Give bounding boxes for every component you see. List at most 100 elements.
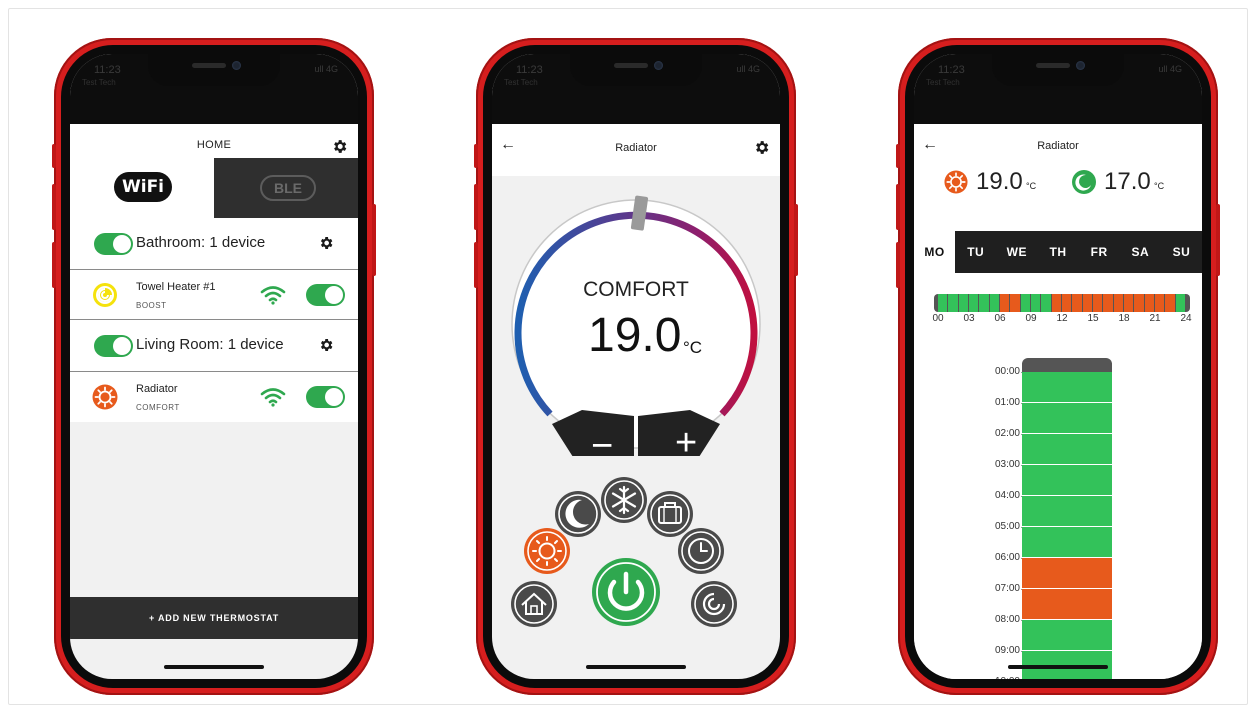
- timeline-hour-segment[interactable]: [1155, 294, 1165, 312]
- timeline-hour-segment[interactable]: [1144, 294, 1154, 312]
- group-toggle[interactable]: [94, 335, 133, 357]
- schedule-hour-block[interactable]: [1022, 589, 1112, 619]
- eco-temp[interactable]: 17.0: [1104, 168, 1151, 196]
- schedule-hour-block[interactable]: [1022, 558, 1112, 588]
- day-tab-we[interactable]: WE: [996, 231, 1037, 273]
- radiator-screen: 11:23 Test Tech ull 4G ← Radiator − + CO…: [492, 54, 780, 679]
- volume-down-button: [474, 242, 478, 288]
- device-row-towel-heater[interactable]: Towel Heater #1 BOOST: [70, 270, 358, 320]
- schedule-time-label: 00:00: [994, 366, 1020, 377]
- timeline-hour-label: 18: [1118, 313, 1130, 324]
- power-icon[interactable]: [592, 558, 660, 626]
- schedule-time-label: 04:00: [994, 490, 1020, 501]
- notch: [570, 54, 702, 86]
- timeline-hour-segment[interactable]: [938, 294, 948, 312]
- volume-down-button: [52, 242, 56, 288]
- timeline-hour-segment[interactable]: [958, 294, 968, 312]
- group-row-bathroom: Bathroom: 1 device: [70, 218, 358, 270]
- silent-switch: [896, 144, 900, 168]
- boost-swirl-icon[interactable]: [691, 581, 737, 627]
- timeline-hour-segment[interactable]: [1113, 294, 1123, 312]
- comfort-sun-icon: [92, 384, 118, 410]
- day-tab-tu[interactable]: TU: [955, 231, 996, 273]
- home-indicator: [586, 665, 686, 669]
- power-side-button: [794, 204, 798, 276]
- schedule-body: 19.0 °C 17.0 °C MO TU WE TH FR SA SU 00 03 06 09 1…: [914, 162, 1202, 679]
- device-mode: BOOST: [136, 301, 167, 310]
- timeline-hour-segment[interactable]: [1124, 294, 1134, 312]
- phone-home: 11:23 Test Tech ull 4G HOME WiFi BLE Bat…: [52, 38, 376, 695]
- gear-icon[interactable]: [318, 235, 334, 251]
- ble-logo: BLE: [260, 175, 316, 201]
- setpoint-value: 19.0: [588, 309, 682, 362]
- schedule-time-label: 01:00: [994, 397, 1020, 408]
- day-tab-th[interactable]: TH: [1037, 231, 1078, 273]
- tab-wifi[interactable]: WiFi: [70, 158, 214, 218]
- schedule-hour-block[interactable]: [1022, 465, 1112, 495]
- page-title: Radiator: [615, 142, 657, 154]
- schedule-time-label: 10:00: [980, 676, 1020, 679]
- wifi-signal-icon: [260, 388, 286, 407]
- timeline-hour-segment[interactable]: [1165, 294, 1175, 312]
- day-tab-mo[interactable]: MO: [914, 231, 956, 273]
- timeline-hour-segment[interactable]: [1000, 294, 1010, 312]
- day-tab-su[interactable]: SU: [1161, 231, 1202, 273]
- timeline-hour-segment[interactable]: [1041, 294, 1051, 312]
- eco-moon-icon[interactable]: [555, 491, 601, 537]
- timeline-hour-label: 15: [1087, 313, 1099, 324]
- group-toggle[interactable]: [94, 233, 133, 255]
- schedule-hour-block[interactable]: [1022, 372, 1112, 402]
- day-tab-sa[interactable]: SA: [1120, 231, 1161, 273]
- status-time: 11:23: [516, 64, 543, 76]
- device-toggle[interactable]: [306, 386, 345, 408]
- timeline-hour-segment[interactable]: [1093, 294, 1103, 312]
- home-icon[interactable]: [511, 581, 557, 627]
- device-toggle[interactable]: [306, 284, 345, 306]
- connection-tabs: WiFi BLE: [70, 158, 358, 218]
- schedule-hour-block[interactable]: [1022, 403, 1112, 433]
- holiday-suitcase-icon[interactable]: [647, 491, 693, 537]
- timeline-hour-segment[interactable]: [1175, 294, 1185, 312]
- timeline-hour-segment[interactable]: [979, 294, 989, 312]
- timeline-hour-segment[interactable]: [1134, 294, 1144, 312]
- timeline-hour-segment[interactable]: [1103, 294, 1113, 312]
- timeline-hour-segment[interactable]: [1072, 294, 1082, 312]
- schedule-hour-block[interactable]: [1022, 496, 1112, 526]
- timeline-hour-segment[interactable]: [969, 294, 979, 312]
- comfort-temp[interactable]: 19.0: [976, 168, 1023, 196]
- power-side-button: [372, 204, 376, 276]
- group-label: Bathroom: 1 device: [136, 234, 266, 251]
- home-indicator: [164, 665, 264, 669]
- timeline-hour-segment[interactable]: [1051, 294, 1061, 312]
- tab-ble[interactable]: BLE: [214, 158, 358, 218]
- timer-clock-icon[interactable]: [678, 528, 724, 574]
- timeline-hour-segment[interactable]: [1020, 294, 1030, 312]
- gear-icon[interactable]: [753, 139, 770, 156]
- gear-icon[interactable]: [331, 138, 348, 155]
- schedule-hour-block[interactable]: [1022, 434, 1112, 464]
- add-thermostat-button[interactable]: + ADD NEW THERMOSTAT: [70, 597, 358, 639]
- day-tabs: MO TU WE TH FR SA SU: [914, 231, 1202, 273]
- device-name: Towel Heater #1: [136, 281, 216, 293]
- timeline-hour-segment[interactable]: [948, 294, 958, 312]
- phone-radiator-control: 11:23 Test Tech ull 4G ← Radiator − + CO…: [474, 38, 798, 695]
- group-label: Living Room: 1 device: [136, 336, 284, 353]
- schedule-time-label: 03:00: [994, 459, 1020, 470]
- timeline-hour-segment[interactable]: [1062, 294, 1072, 312]
- antifreeze-snowflake-icon[interactable]: [601, 477, 647, 523]
- device-name: Radiator: [136, 383, 178, 395]
- day-tab-fr[interactable]: FR: [1079, 231, 1120, 273]
- device-row-radiator[interactable]: Radiator COMFORT: [70, 372, 358, 422]
- timeline-hour-segment[interactable]: [1082, 294, 1092, 312]
- status-signal: ull 4G: [736, 64, 760, 74]
- schedule-header: ← Radiator: [914, 124, 1202, 162]
- gear-icon[interactable]: [318, 337, 334, 353]
- page-title: Radiator: [1037, 140, 1079, 152]
- timeline-hour-segment[interactable]: [989, 294, 999, 312]
- timeline-hour-segment[interactable]: [1010, 294, 1020, 312]
- comfort-sun-icon[interactable]: [524, 528, 570, 574]
- wifi-logo: WiFi: [114, 172, 172, 202]
- schedule-hour-block[interactable]: [1022, 620, 1112, 650]
- schedule-hour-block[interactable]: [1022, 527, 1112, 557]
- timeline-hour-segment[interactable]: [1031, 294, 1041, 312]
